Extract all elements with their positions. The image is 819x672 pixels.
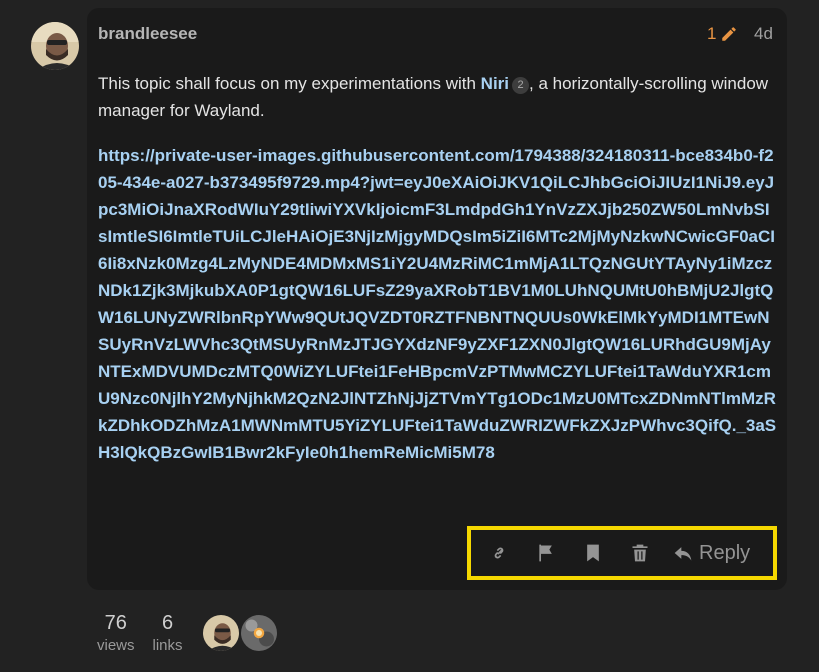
links-label: links bbox=[152, 637, 183, 654]
pencil-icon bbox=[722, 27, 737, 41]
participants-list bbox=[203, 615, 277, 651]
post-body: This topic shall focus on my experimenta… bbox=[98, 70, 778, 466]
video-url-link[interactable]: https://private-user-images.githubuserco… bbox=[98, 142, 778, 466]
edit-history-button[interactable]: 1 bbox=[707, 24, 738, 44]
links-stat[interactable]: 6 links bbox=[153, 612, 183, 656]
flag-button[interactable] bbox=[522, 532, 569, 574]
intro-paragraph: This topic shall focus on my experimenta… bbox=[98, 70, 778, 124]
views-stat: 76 views bbox=[97, 612, 135, 656]
author-username[interactable]: brandleesee bbox=[98, 24, 197, 44]
delete-button[interactable] bbox=[616, 532, 663, 574]
participant-avatar[interactable] bbox=[203, 615, 239, 651]
topic-page: brandleesee 1 4d This topic shall focus … bbox=[0, 0, 819, 672]
post-card: brandleesee 1 4d This topic shall focus … bbox=[87, 8, 787, 590]
participant-avatar[interactable] bbox=[241, 615, 277, 651]
link-click-count-badge: 2 bbox=[512, 77, 530, 94]
bookmark-icon bbox=[586, 544, 599, 562]
post-age[interactable]: 4d bbox=[754, 24, 773, 44]
views-count: 76 bbox=[104, 612, 127, 634]
trash-icon bbox=[632, 544, 647, 562]
links-count: 6 bbox=[161, 612, 174, 634]
flag-icon bbox=[538, 544, 552, 562]
views-label: views bbox=[97, 637, 135, 654]
edit-count: 1 bbox=[707, 24, 717, 43]
bookmark-button[interactable] bbox=[569, 532, 616, 574]
link-icon bbox=[494, 547, 503, 559]
reply-button[interactable]: Reply bbox=[663, 532, 750, 574]
reply-label: Reply bbox=[699, 541, 751, 564]
copy-link-button[interactable] bbox=[475, 532, 522, 574]
post-actions: Reply bbox=[475, 532, 750, 574]
author-avatar[interactable] bbox=[31, 22, 79, 70]
intro-prefix: This topic shall focus on my experimenta… bbox=[98, 74, 481, 93]
topic-stats: 76 views 6 links bbox=[97, 612, 183, 656]
reply-icon bbox=[674, 547, 692, 561]
niri-link[interactable]: Niri bbox=[481, 74, 509, 93]
